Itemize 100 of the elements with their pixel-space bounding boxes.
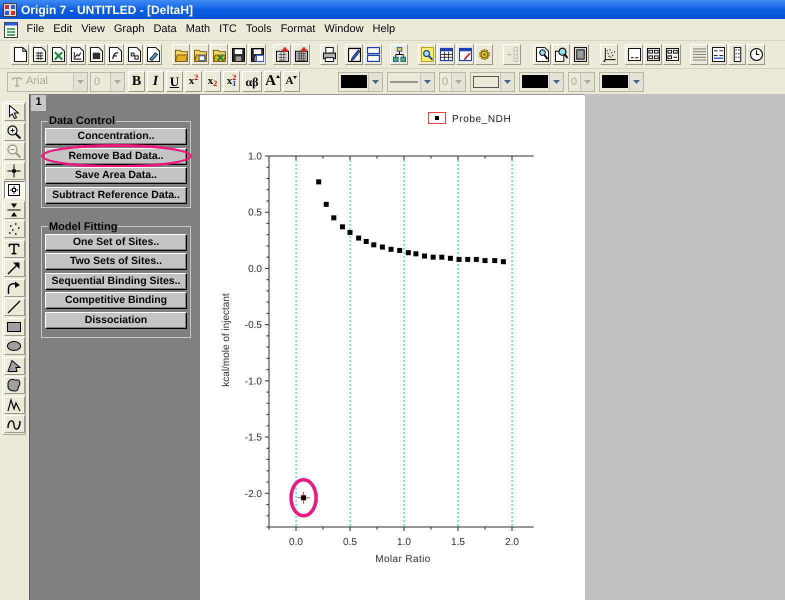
menu-item[interactable]: Help (368, 24, 400, 35)
panel-button[interactable]: Remove Bad Data.. (45, 148, 187, 164)
panel-button[interactable]: Concentration.. (45, 128, 187, 145)
toolbar-button[interactable] (475, 44, 493, 65)
toolbar-button[interactable] (533, 44, 551, 65)
data-point (406, 250, 411, 256)
toolbar-button[interactable] (210, 44, 228, 65)
toolbar-button[interactable] (456, 44, 474, 65)
menu-item[interactable]: Edit (48, 24, 77, 35)
menu-item[interactable]: Math (181, 24, 215, 35)
caret-down-icon (293, 76, 298, 79)
toolbar-button[interactable] (552, 44, 570, 65)
menu-item[interactable]: Format (276, 24, 320, 35)
color-dropdown[interactable] (519, 72, 564, 92)
toolbar-button[interactable] (248, 44, 266, 65)
toolbar-button[interactable] (172, 44, 190, 65)
toolbar-button[interactable] (625, 44, 643, 65)
menu-item[interactable]: Tools (241, 24, 276, 35)
toolbar-button[interactable] (364, 44, 382, 65)
data-selector-icon (7, 202, 21, 216)
panel-button[interactable]: Competitive Binding (45, 292, 187, 309)
toolbar-button[interactable] (437, 44, 455, 65)
data-point (364, 238, 369, 244)
caret-down-icon (633, 80, 640, 84)
text-tool-icon (7, 242, 21, 256)
tick-label: 0.0 (248, 264, 262, 275)
tool-button[interactable] (4, 181, 24, 199)
tick-label: 1.5 (451, 537, 465, 548)
underline-button[interactable]: U (166, 71, 183, 92)
pointer-icon (7, 105, 21, 119)
toolbar-button[interactable] (49, 44, 67, 65)
decrease-font-button[interactable]: A (283, 71, 300, 92)
data-point (301, 495, 306, 500)
toolbar-button[interactable] (87, 44, 105, 65)
toolbar-button[interactable] (709, 44, 727, 65)
panel-button[interactable]: Dissociation (45, 312, 187, 328)
toolbar-button[interactable] (292, 44, 310, 65)
zoom-page-icon (536, 47, 548, 62)
four-panels-icon (646, 47, 660, 62)
save-template-icon (250, 47, 264, 62)
panel-button[interactable]: Two Sets of Sites.. (45, 253, 187, 270)
color-dropdown[interactable] (338, 72, 383, 92)
toolbar-button[interactable] (571, 44, 589, 65)
toolbar-button[interactable] (30, 44, 48, 65)
greek-letters-button[interactable]: αβ (242, 71, 262, 92)
menu-item[interactable]: File (22, 24, 49, 35)
toolbar-button[interactable] (68, 44, 86, 65)
toolbar-button[interactable] (229, 44, 247, 65)
two-panels-icon (366, 47, 380, 62)
document-icon[interactable] (4, 22, 18, 38)
panel-button[interactable]: One Set of Sites.. (45, 234, 187, 250)
menu-item[interactable]: View (76, 24, 110, 35)
clock-icon (750, 47, 762, 62)
curved-arrow-icon (7, 280, 21, 294)
tick-label: -1.0 (244, 376, 262, 388)
legend-label: Probe_NDH (452, 114, 512, 125)
menu-item[interactable]: ITC (214, 24, 242, 35)
data-point (474, 256, 479, 262)
toolbar-button[interactable] (390, 44, 408, 65)
toolbar-button[interactable] (106, 44, 124, 65)
toolbar-button[interactable] (728, 44, 746, 65)
line-style-dropdown[interactable] (387, 72, 435, 92)
layer-tab[interactable]: 1 (31, 95, 46, 111)
open-spreadsheet-icon (212, 47, 226, 62)
toolbar-button[interactable] (345, 44, 363, 65)
menu-item[interactable]: Window (320, 24, 368, 35)
toolbar-button[interactable] (191, 44, 209, 65)
zoom-out-icon (7, 144, 21, 158)
toolbar-button[interactable] (747, 44, 765, 65)
four-panels-alt-icon (666, 47, 678, 62)
border-style-dropdown[interactable] (470, 72, 515, 92)
subscript-button[interactable]: x$_{2}$ (204, 71, 221, 92)
panel-button[interactable]: Sequential Binding Sites.. (45, 272, 187, 290)
toolbar-button[interactable] (144, 44, 162, 65)
tick-label: 1.0 (248, 152, 262, 162)
menu-item[interactable]: Graph (109, 24, 149, 35)
panel-button[interactable]: Save Area Data.. (45, 167, 187, 184)
toolbar-button[interactable] (644, 44, 662, 65)
toolbar-button[interactable] (418, 44, 436, 65)
toolbar-button[interactable] (320, 44, 338, 65)
rectangle-icon (7, 320, 21, 334)
toolbar-button[interactable] (600, 44, 618, 65)
lines-icon (692, 47, 706, 62)
toolbar-button[interactable] (125, 44, 143, 65)
matrix-page-icon (90, 47, 102, 62)
data-point (492, 258, 498, 264)
toolbar-button[interactable] (11, 44, 29, 65)
data-point (465, 256, 470, 262)
toolbar-button[interactable] (273, 44, 291, 65)
data-point (348, 230, 352, 235)
superscript-button[interactable]: x$^{2}$ (185, 71, 202, 92)
panel-button[interactable]: Subtract Reference Data.. (45, 186, 187, 204)
toolbar-button[interactable] (663, 44, 681, 65)
increase-font-button[interactable]: A (264, 71, 281, 92)
menu-item[interactable]: Data (148, 24, 182, 35)
data-point (456, 256, 462, 262)
data-point (413, 251, 418, 256)
italic-button[interactable]: I (147, 71, 164, 92)
bold-button[interactable]: B (128, 71, 145, 92)
color-dropdown[interactable] (599, 72, 644, 92)
